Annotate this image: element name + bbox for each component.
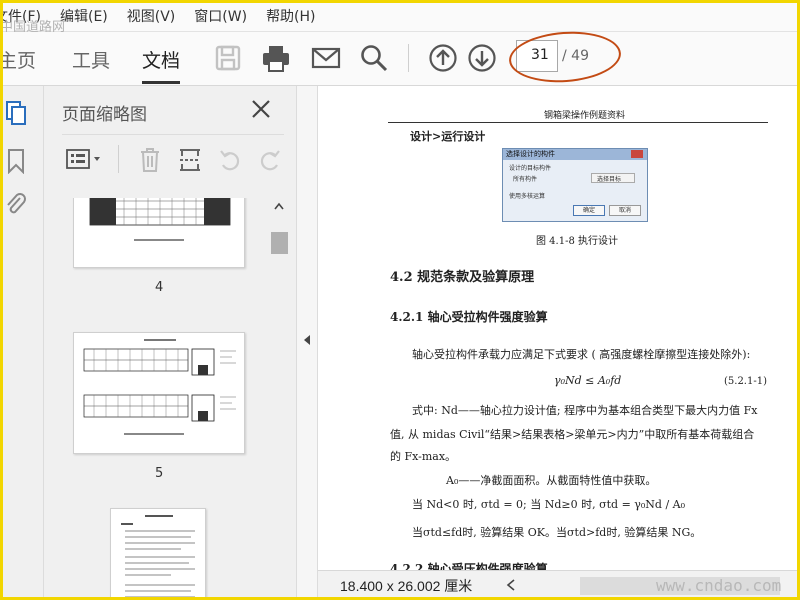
print-icon[interactable] — [260, 42, 292, 74]
page-thumbnail-5[interactable] — [73, 332, 245, 454]
rotate-right-icon[interactable] — [258, 147, 282, 173]
dialog-opt-all: 所有构件 — [513, 176, 538, 183]
menu-window[interactable]: 窗口(W) — [194, 6, 247, 26]
header-rule — [388, 122, 768, 123]
thumbnail-panel: 页面缩略图 4 5 — [44, 86, 296, 600]
step-text: 设计>运行设计 — [410, 130, 486, 143]
attachment-icon[interactable] — [5, 192, 27, 218]
dialog-title: 选择设计的构件 — [506, 150, 555, 158]
status-bar: 18.400 x 26.002 厘米 www.cndao.com — [318, 570, 800, 600]
mail-icon[interactable] — [310, 42, 342, 74]
navigation-rail — [0, 86, 44, 600]
menu-bar: 文件(F) 编辑(E) 视图(V) 窗口(W) 帮助(H) 中国道路网 — [0, 0, 800, 35]
menu-view[interactable]: 视图(V) — [127, 6, 176, 26]
dialog-close-icon — [631, 150, 643, 158]
document-page: 钢箱梁操作例题资料 设计>运行设计 选择设计的构件 设计的目标构件 所有构件 选… — [318, 86, 800, 570]
page-thumbnail-4[interactable] — [73, 198, 245, 268]
paragraph-2-line-2: 值, 从 midas Civil“结果>结果表格>梁单元>内力”中取所有基本荷载… — [390, 428, 755, 441]
paragraph-2-line-1: 式中: Nd——轴心拉力设计值; 程序中为基本组合类型下最大内力值 Fx — [412, 404, 758, 417]
page-header: 钢箱梁操作例题资料 — [544, 111, 626, 121]
watermark-site: www.cndao.com — [656, 576, 782, 595]
section-4-2-heading: 4.2 规范条款及验算原理 — [390, 270, 535, 285]
rotate-left-icon[interactable] — [218, 147, 242, 173]
collapse-panel-icon[interactable] — [302, 334, 312, 346]
scroll-left-icon[interactable] — [506, 579, 516, 591]
design-dialog-figure: 选择设计的构件 设计的目标构件 所有构件 选择目标 使用多核运算 确定 取消 — [502, 148, 648, 222]
panel-separator — [118, 145, 119, 173]
dialog-check: 使用多核运算 — [509, 193, 546, 200]
page-preview — [89, 198, 231, 241]
section-4-2-1-heading: 4.2.1 轴心受拉构件强度验算 — [390, 310, 548, 324]
formula: γ₀Nd ≤ A₀fd — [554, 374, 622, 387]
tab-tools[interactable]: 工具 — [72, 46, 110, 73]
dialog-cancel: 取消 — [609, 205, 641, 216]
panel-toolbar — [62, 134, 284, 192]
paragraph-2-line-3: 的 Fx-max。 — [390, 450, 457, 463]
menu-help[interactable]: 帮助(H) — [266, 6, 315, 26]
toolbar-separator — [408, 44, 409, 72]
insert-page-icon[interactable] — [178, 147, 202, 173]
section-4-2-2-heading: 4.2.2 轴心受压构件强度验算 — [390, 562, 548, 570]
page-thumbnail-6[interactable] — [110, 508, 206, 600]
scroll-thumb[interactable] — [271, 232, 288, 254]
close-icon[interactable] — [250, 98, 272, 120]
dialog-opt-select: 选择目标 — [591, 173, 635, 183]
bookmark-icon[interactable] — [5, 148, 27, 174]
delete-icon[interactable] — [138, 147, 162, 173]
thumbnail-label-4: 4 — [155, 280, 164, 295]
tab-home[interactable]: 主页 — [0, 46, 36, 73]
dialog-titlebar: 选择设计的构件 — [503, 149, 647, 160]
next-page-icon[interactable] — [466, 42, 498, 74]
paragraph-3: A₀——净截面面积。从截面特性值中获取。 — [446, 474, 657, 487]
thumbnail-list: 4 5 — [44, 198, 270, 600]
page-preview — [83, 339, 236, 435]
thumbnail-label-5: 5 — [155, 466, 164, 481]
search-icon[interactable] — [358, 42, 390, 74]
panel-divider[interactable] — [296, 86, 318, 600]
toolbar: 主页 工具 文档 — [0, 32, 800, 86]
figure-caption: 图 4.1-8 执行设计 — [536, 236, 619, 247]
dialog-ok: 确定 — [573, 205, 605, 216]
page-preview — [121, 515, 195, 598]
options-menu-icon[interactable] — [66, 147, 104, 171]
paragraph-5: 当σtd≤fd时, 验算结果 OK。当σtd>fd时, 验算结果 NG。 — [412, 526, 702, 539]
page-size-readout: 18.400 x 26.002 厘米 — [340, 578, 473, 594]
prev-page-icon[interactable] — [427, 42, 459, 74]
page-thumbnails-icon[interactable] — [5, 100, 27, 126]
menu-edit[interactable]: 编辑(E) — [60, 6, 108, 26]
panel-title: 页面缩略图 — [62, 105, 147, 125]
paragraph-4: 当 Nd<0 时, σtd = 0; 当 Nd≥0 时, σtd = γ₀Nd … — [412, 498, 686, 511]
thumbnail-scrollbar[interactable] — [270, 198, 288, 600]
tab-document[interactable]: 文档 — [142, 46, 181, 84]
formula-number: (5.2.1-1) — [724, 376, 767, 387]
save-icon[interactable] — [212, 42, 244, 74]
dialog-group-label: 设计的目标构件 — [509, 165, 552, 172]
paragraph-1: 轴心受拉构件承载力应满足下式要求 ( 高强度螺栓摩擦型连接处除外): — [412, 348, 751, 361]
scroll-up-icon[interactable] — [274, 202, 284, 210]
